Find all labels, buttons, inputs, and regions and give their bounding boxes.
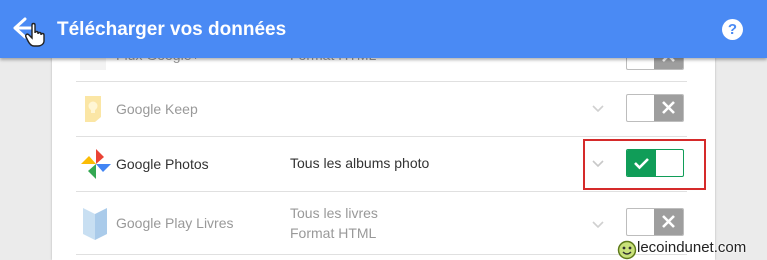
include-toggle[interactable] [626, 208, 684, 236]
row-format: Tous les albums photo [290, 155, 430, 171]
list-item-google-play-livres: Google Play Livres Tous les livres Forma… [76, 192, 687, 255]
row-name: Google Keep [116, 101, 198, 117]
toggle-knob [654, 209, 683, 235]
toggle-knob [654, 95, 683, 121]
row-format-line2: Format HTML [290, 225, 377, 241]
book-icon [83, 208, 107, 240]
smiley-logo-icon [617, 240, 637, 260]
highlight-box [583, 139, 706, 190]
row-name: Google Photos [116, 156, 209, 172]
chevron-down-icon[interactable] [591, 220, 605, 230]
list-item-google-keep: Google Keep [76, 81, 687, 137]
row-name: Google Play Livres [116, 215, 234, 231]
help-icon[interactable]: ? [722, 19, 743, 40]
back-arrow-icon[interactable] [13, 17, 47, 47]
watermark-text: lecoindunet.com [637, 239, 747, 256]
include-toggle[interactable] [626, 94, 684, 122]
chevron-down-icon[interactable] [591, 104, 605, 114]
lightbulb-icon [85, 96, 101, 122]
close-icon [662, 215, 675, 228]
pinwheel-icon [81, 149, 111, 179]
app-header: Télécharger vos données ? [0, 0, 767, 58]
page-title: Télécharger vos données [57, 19, 287, 40]
row-format-line1: Tous les livres [290, 205, 378, 221]
close-icon [662, 101, 675, 114]
